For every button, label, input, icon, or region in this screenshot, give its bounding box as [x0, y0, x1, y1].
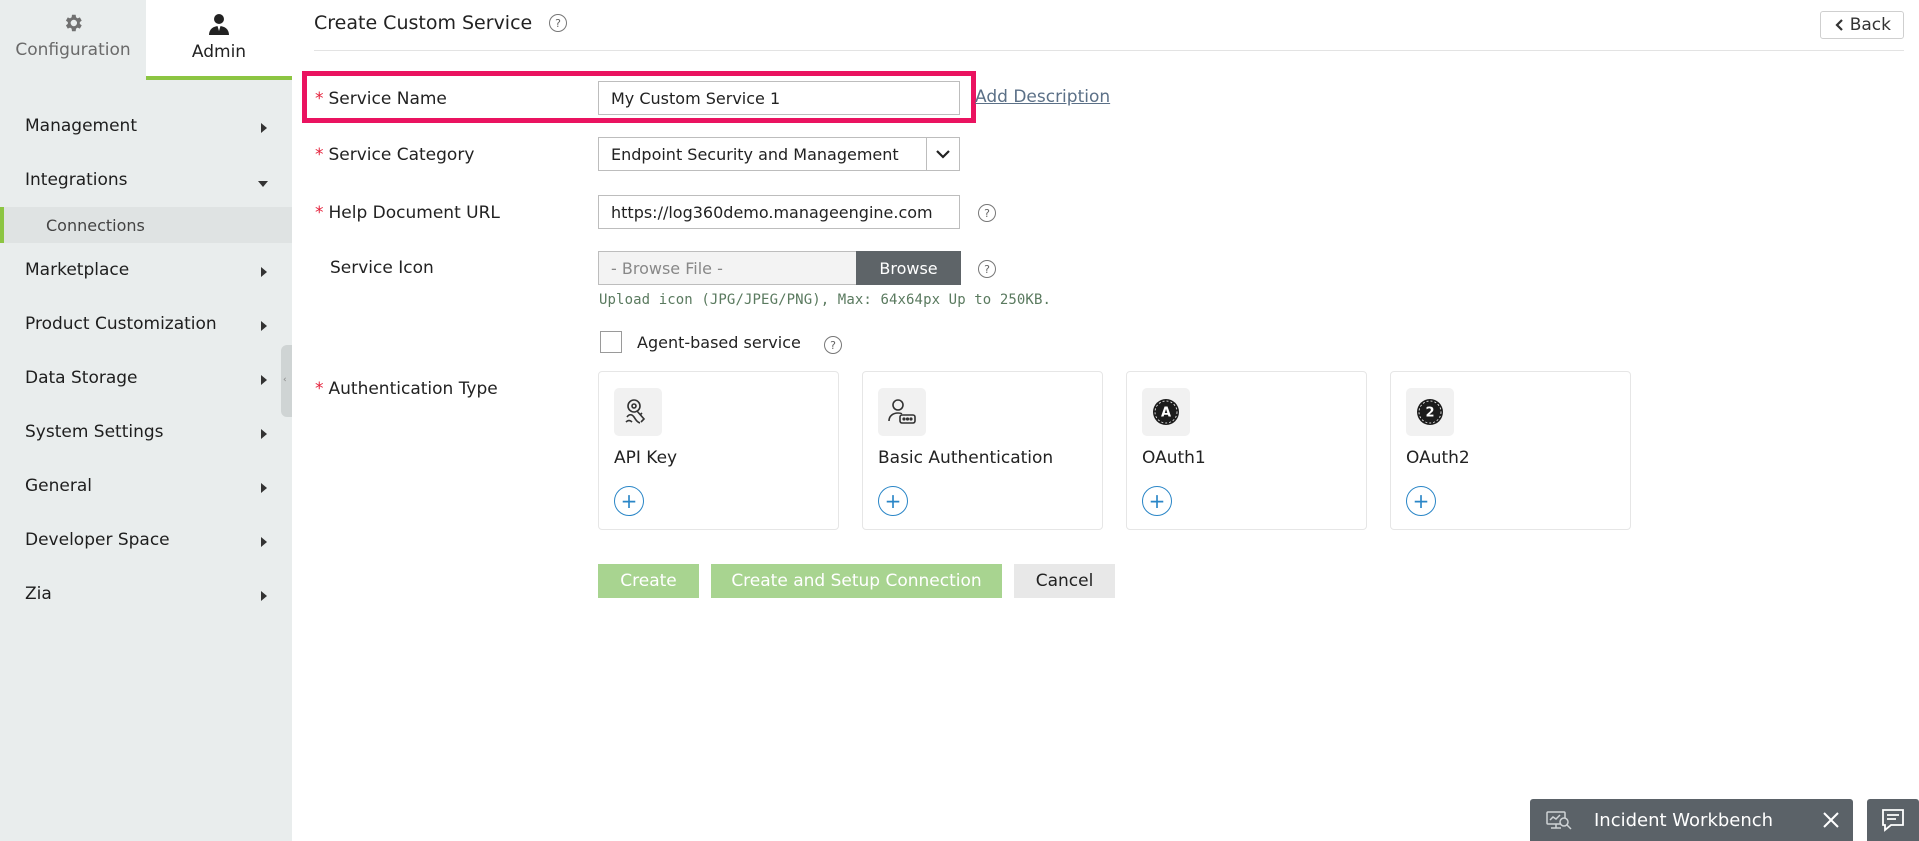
- sidebar-item-system-settings[interactable]: System Settings: [0, 405, 292, 459]
- auth-card-oauth2[interactable]: 2 OAuth2 +: [1390, 371, 1631, 530]
- cancel-button[interactable]: Cancel: [1014, 564, 1115, 598]
- chevron-left-icon: [1835, 19, 1843, 31]
- chevron-down-icon[interactable]: [926, 138, 959, 170]
- required-marker: *: [315, 203, 324, 223]
- page-header: Create Custom Service ? Back: [314, 0, 1904, 51]
- caret-right-icon: [261, 123, 267, 133]
- sidebar-item-label: System Settings: [25, 422, 164, 442]
- user-password-icon: [878, 388, 926, 436]
- sidebar-item-management[interactable]: Management: [0, 99, 292, 153]
- tab-configuration-label: Configuration: [15, 40, 131, 60]
- caret-right-icon: [261, 321, 267, 331]
- workbench-icon: [1546, 811, 1572, 830]
- tab-admin[interactable]: Admin: [146, 0, 292, 80]
- caret-down-icon: [258, 181, 268, 187]
- auth-name: API Key: [614, 448, 678, 468]
- sidebar-item-label: General: [25, 476, 92, 496]
- help-document-url-input[interactable]: [598, 195, 960, 229]
- sidebar-nav: Management Integrations Connections Mark…: [0, 99, 292, 621]
- add-description-link[interactable]: Add Description: [975, 87, 1110, 107]
- service-category-select[interactable]: Endpoint Security and Management: [598, 137, 960, 171]
- sidebar-item-label: Zia: [25, 584, 52, 604]
- help-icon[interactable]: ?: [549, 14, 567, 32]
- sidebar-item-zia[interactable]: Zia: [0, 567, 292, 621]
- auth-name: Basic Authentication: [878, 448, 1054, 468]
- oauth2-glyph: 2: [1425, 406, 1434, 421]
- service-category-value: Endpoint Security and Management: [611, 144, 899, 164]
- sidebar-item-label: Developer Space: [25, 530, 170, 550]
- sidebar-item-label: Connections: [46, 215, 145, 235]
- app-root: Configuration Admin Management Integrati…: [0, 0, 1919, 841]
- required-marker: *: [315, 379, 324, 399]
- auth-card-oauth1[interactable]: A OAuth1 +: [1126, 371, 1367, 530]
- back-button-label: Back: [1849, 15, 1891, 35]
- add-circle-icon[interactable]: +: [1142, 486, 1172, 516]
- service-category-label-text: Service Category: [328, 145, 475, 165]
- help-icon[interactable]: ?: [824, 336, 842, 354]
- gear-icon: [65, 14, 82, 32]
- tab-admin-label: Admin: [191, 42, 247, 62]
- sidebar-item-label: Data Storage: [25, 368, 138, 388]
- auth-name: OAuth2: [1406, 448, 1470, 468]
- add-circle-icon[interactable]: +: [614, 486, 644, 516]
- page-title: Create Custom Service: [314, 12, 533, 34]
- caret-right-icon: [261, 429, 267, 439]
- back-button[interactable]: Back: [1819, 11, 1904, 39]
- upload-hint: Upload icon (JPG/JPEG/PNG), Max: 64x64px…: [599, 292, 1052, 308]
- sidebar-item-label: Management: [25, 116, 137, 136]
- sidebar-collapse-handle[interactable]: ‹: [281, 345, 292, 417]
- sidebar-item-product-customization[interactable]: Product Customization: [0, 297, 292, 351]
- create-and-setup-connection-button[interactable]: Create and Setup Connection: [711, 564, 1002, 598]
- incident-workbench-label: Incident Workbench: [1594, 809, 1774, 831]
- chat-button[interactable]: [1867, 799, 1919, 841]
- auth-name: OAuth1: [1142, 448, 1206, 468]
- help-icon[interactable]: ?: [978, 260, 996, 278]
- authentication-type-label: * Authentication Type: [315, 379, 498, 399]
- agent-based-checkbox[interactable]: [600, 331, 622, 353]
- sidebar-item-integrations[interactable]: Integrations: [0, 153, 292, 207]
- caret-right-icon: [261, 537, 267, 547]
- sidebar-item-connections[interactable]: Connections: [0, 207, 292, 243]
- service-category-label: * Service Category: [315, 145, 474, 165]
- caret-right-icon: [261, 483, 267, 493]
- help-document-url-label: * Help Document URL: [315, 203, 500, 223]
- agent-based-label: Agent-based service: [637, 333, 801, 352]
- sidebar-item-marketplace[interactable]: Marketplace: [0, 243, 292, 297]
- oauth1-icon: A: [1142, 388, 1190, 436]
- sidebar-item-label: Integrations: [25, 170, 128, 190]
- browse-button[interactable]: Browse: [856, 251, 961, 285]
- incident-workbench-bar[interactable]: Incident Workbench: [1530, 799, 1853, 841]
- help-icon[interactable]: ?: [978, 204, 996, 222]
- authentication-type-label-text: Authentication Type: [328, 379, 498, 399]
- tab-configuration[interactable]: Configuration: [0, 0, 146, 80]
- highlight-box: [302, 71, 976, 123]
- key-fingerprint-icon: [614, 388, 662, 436]
- top-tabs: Configuration Admin: [0, 0, 292, 80]
- sidebar-item-developer-space[interactable]: Developer Space: [0, 513, 292, 567]
- sidebar: Configuration Admin Management Integrati…: [0, 0, 292, 841]
- create-button[interactable]: Create: [598, 564, 699, 598]
- auth-card-api-key[interactable]: API Key +: [598, 371, 839, 530]
- close-icon[interactable]: [1821, 810, 1841, 830]
- sidebar-item-general[interactable]: General: [0, 459, 292, 513]
- service-icon-label: Service Icon: [330, 258, 434, 278]
- add-circle-icon[interactable]: +: [1406, 486, 1436, 516]
- caret-right-icon: [261, 591, 267, 601]
- sidebar-item-label: Product Customization: [25, 314, 217, 334]
- required-marker: *: [315, 145, 324, 165]
- browse-file-input[interactable]: - Browse File -: [598, 251, 856, 285]
- help-document-url-label-text: Help Document URL: [328, 203, 500, 223]
- oauth1-glyph: A: [1161, 406, 1171, 421]
- add-circle-icon[interactable]: +: [878, 486, 908, 516]
- sidebar-item-data-storage[interactable]: Data Storage: [0, 351, 292, 405]
- chat-icon: [1882, 809, 1904, 832]
- auth-card-basic-authentication[interactable]: Basic Authentication +: [862, 371, 1103, 530]
- caret-right-icon: [261, 375, 267, 385]
- oauth2-icon: 2: [1406, 388, 1454, 436]
- chevron-left-icon: ‹: [283, 375, 287, 385]
- admin-user-icon: [209, 14, 229, 35]
- sidebar-item-label: Marketplace: [25, 260, 130, 280]
- caret-right-icon: [261, 267, 267, 277]
